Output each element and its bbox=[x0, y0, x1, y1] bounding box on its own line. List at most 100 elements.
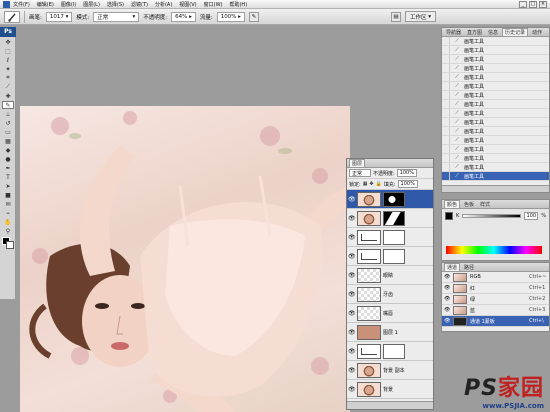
mode-select[interactable]: 正常 ▾ bbox=[93, 11, 140, 22]
tab-navigator[interactable]: 导航器 bbox=[444, 29, 463, 36]
tab-channels[interactable]: 通道 bbox=[444, 263, 461, 271]
layer-mask-thumbnail[interactable] bbox=[383, 210, 405, 226]
channel-row[interactable]: 👁 蓝 Ctrl+3 bbox=[442, 305, 549, 316]
layer-thumbnail[interactable] bbox=[357, 381, 381, 397]
type-tool[interactable]: T bbox=[2, 173, 14, 181]
layer-thumbnail[interactable] bbox=[357, 286, 381, 302]
brush-size-picker[interactable]: 1017 ▾ bbox=[45, 11, 73, 22]
gradient-tool[interactable]: ▦ bbox=[2, 137, 14, 145]
history-item[interactable]: ⟋ 画笔工具 bbox=[442, 127, 549, 136]
history-item[interactable]: ⟋ 画笔工具 bbox=[442, 145, 549, 154]
layer-mask-thumbnail[interactable] bbox=[383, 229, 405, 245]
history-item[interactable]: ⟋ 画笔工具 bbox=[442, 64, 549, 73]
airbrush-toggle[interactable]: ✎ bbox=[248, 11, 259, 22]
brush-tool[interactable]: ✎ bbox=[2, 101, 14, 109]
eye-icon[interactable]: 👁 bbox=[348, 310, 356, 317]
history-item[interactable]: ⟋ 画笔工具 bbox=[442, 73, 549, 82]
menu-edit[interactable]: 编辑(E) bbox=[37, 1, 54, 8]
layer-row[interactable]: 👁 bbox=[347, 209, 433, 228]
channel-row[interactable]: 👁 绿 Ctrl+2 bbox=[442, 294, 549, 305]
slice-tool[interactable]: ⟋ bbox=[2, 83, 14, 91]
eye-icon[interactable]: 👁 bbox=[348, 386, 356, 393]
tab-histogram[interactable]: 直方图 bbox=[465, 29, 484, 36]
history-item[interactable]: ⟋ 画笔工具 bbox=[442, 154, 549, 163]
tab-color[interactable]: 颜色 bbox=[444, 200, 461, 208]
channel-row[interactable]: 👁 红 Ctrl+1 bbox=[442, 283, 549, 294]
layer-row[interactable]: 👁 bbox=[347, 342, 433, 361]
layer-thumbnail[interactable] bbox=[357, 324, 381, 340]
history-item[interactable]: ⟋ 画笔工具 bbox=[442, 82, 549, 91]
eye-icon[interactable]: 👁 bbox=[348, 367, 356, 374]
tab-paths[interactable]: 路径 bbox=[462, 264, 476, 271]
history-item[interactable]: ⟋ 画笔工具 bbox=[442, 118, 549, 127]
k-value-field[interactable]: 100 bbox=[524, 212, 539, 220]
history-snapshot-checkbox[interactable] bbox=[442, 154, 450, 162]
menu-analysis[interactable]: 分析(A) bbox=[155, 1, 172, 8]
eye-icon[interactable]: 👁 bbox=[444, 274, 450, 280]
maximize-button[interactable]: □ bbox=[529, 0, 537, 8]
history-snapshot-checkbox[interactable] bbox=[442, 100, 450, 108]
eye-icon[interactable]: 👁 bbox=[444, 296, 450, 302]
tab-layers[interactable]: 图层 bbox=[349, 159, 366, 167]
eye-icon[interactable]: 👁 bbox=[348, 215, 356, 222]
menu-filter[interactable]: 滤镜(T) bbox=[131, 1, 148, 8]
color-swatches[interactable] bbox=[0, 237, 15, 251]
layer-thumbnail[interactable] bbox=[357, 210, 381, 226]
history-item[interactable]: ⟋ 画笔工具 bbox=[442, 109, 549, 118]
tab-history[interactable]: 历史记录 bbox=[502, 28, 529, 36]
eye-icon[interactable]: 👁 bbox=[348, 348, 356, 355]
history-item[interactable]: ⟋ 画笔工具 bbox=[442, 55, 549, 64]
eye-icon[interactable]: 👁 bbox=[444, 285, 450, 291]
eye-icon[interactable]: 👁 bbox=[348, 234, 356, 241]
eye-icon[interactable]: 👁 bbox=[348, 253, 356, 260]
close-button[interactable]: × bbox=[539, 0, 547, 8]
document-canvas[interactable] bbox=[20, 106, 350, 412]
history-item[interactable]: ⟋ 画笔工具 bbox=[442, 100, 549, 109]
tab-info[interactable]: 信息 bbox=[486, 29, 500, 36]
layer-row[interactable]: 👁 嘴唇 bbox=[347, 304, 433, 323]
history-item[interactable]: ⟋ 画笔工具 bbox=[442, 91, 549, 100]
layer-thumbnail[interactable] bbox=[357, 248, 381, 264]
layer-row[interactable]: 👁 图层 1 bbox=[347, 323, 433, 342]
layer-row[interactable]: 👁 bbox=[347, 190, 433, 209]
healing-tool[interactable]: ✚ bbox=[2, 92, 14, 100]
layer-mask-thumbnail[interactable] bbox=[383, 191, 405, 207]
layer-opacity-field[interactable]: 100% bbox=[396, 169, 417, 177]
eye-icon[interactable]: 👁 bbox=[348, 196, 356, 203]
eyedropper-tool[interactable]: ⌁ bbox=[2, 209, 14, 217]
layer-row[interactable]: 👁 背景 bbox=[347, 380, 433, 399]
history-snapshot-checkbox[interactable] bbox=[442, 82, 450, 90]
menu-window[interactable]: 窗口(W) bbox=[204, 1, 223, 8]
history-item[interactable]: ⟋ 画笔工具 bbox=[442, 136, 549, 145]
dodge-tool[interactable]: ● bbox=[2, 155, 14, 163]
fill-field[interactable]: 100% bbox=[397, 180, 418, 188]
eye-icon[interactable]: 👁 bbox=[348, 329, 356, 336]
channel-row[interactable]: 👁 通道 1蒙板 Ctrl+\ bbox=[442, 316, 549, 327]
layer-thumbnail[interactable] bbox=[357, 191, 381, 207]
tab-styles[interactable]: 样式 bbox=[478, 201, 492, 208]
menu-view[interactable]: 视图(V) bbox=[179, 1, 196, 8]
layer-thumbnail[interactable] bbox=[357, 362, 381, 378]
lock-all-icon[interactable]: 🔒 bbox=[376, 181, 382, 187]
menu-select[interactable]: 选择(S) bbox=[107, 1, 124, 8]
brush-palette-button[interactable]: ▤ bbox=[390, 11, 401, 22]
history-snapshot-checkbox[interactable] bbox=[442, 46, 450, 54]
k-slider[interactable] bbox=[462, 214, 522, 218]
history-snapshot-checkbox[interactable] bbox=[442, 64, 450, 72]
eye-icon[interactable]: 👁 bbox=[348, 291, 356, 298]
history-snapshot-checkbox[interactable] bbox=[442, 91, 450, 99]
layer-thumbnail[interactable] bbox=[357, 305, 381, 321]
layer-row[interactable]: 👁 牙齿 bbox=[347, 285, 433, 304]
tab-actions[interactable]: 动作 bbox=[530, 29, 544, 36]
marquee-tool[interactable]: ⬚ bbox=[2, 47, 14, 55]
channel-row[interactable]: 👁 RGB Ctrl+~ bbox=[442, 272, 549, 283]
lock-position-icon[interactable]: ✥ bbox=[369, 181, 373, 187]
eye-icon[interactable]: 👁 bbox=[348, 272, 356, 279]
layer-row[interactable]: 👁 眼睛 bbox=[347, 266, 433, 285]
layer-row[interactable]: 👁 背景 副本 bbox=[347, 361, 433, 380]
move-tool[interactable]: ✥ bbox=[2, 38, 14, 46]
menu-image[interactable]: 图像(I) bbox=[61, 1, 76, 8]
layer-thumbnail[interactable] bbox=[357, 343, 381, 359]
eraser-tool[interactable]: ▭ bbox=[2, 128, 14, 136]
magic-wand-tool[interactable]: ✦ bbox=[2, 65, 14, 73]
